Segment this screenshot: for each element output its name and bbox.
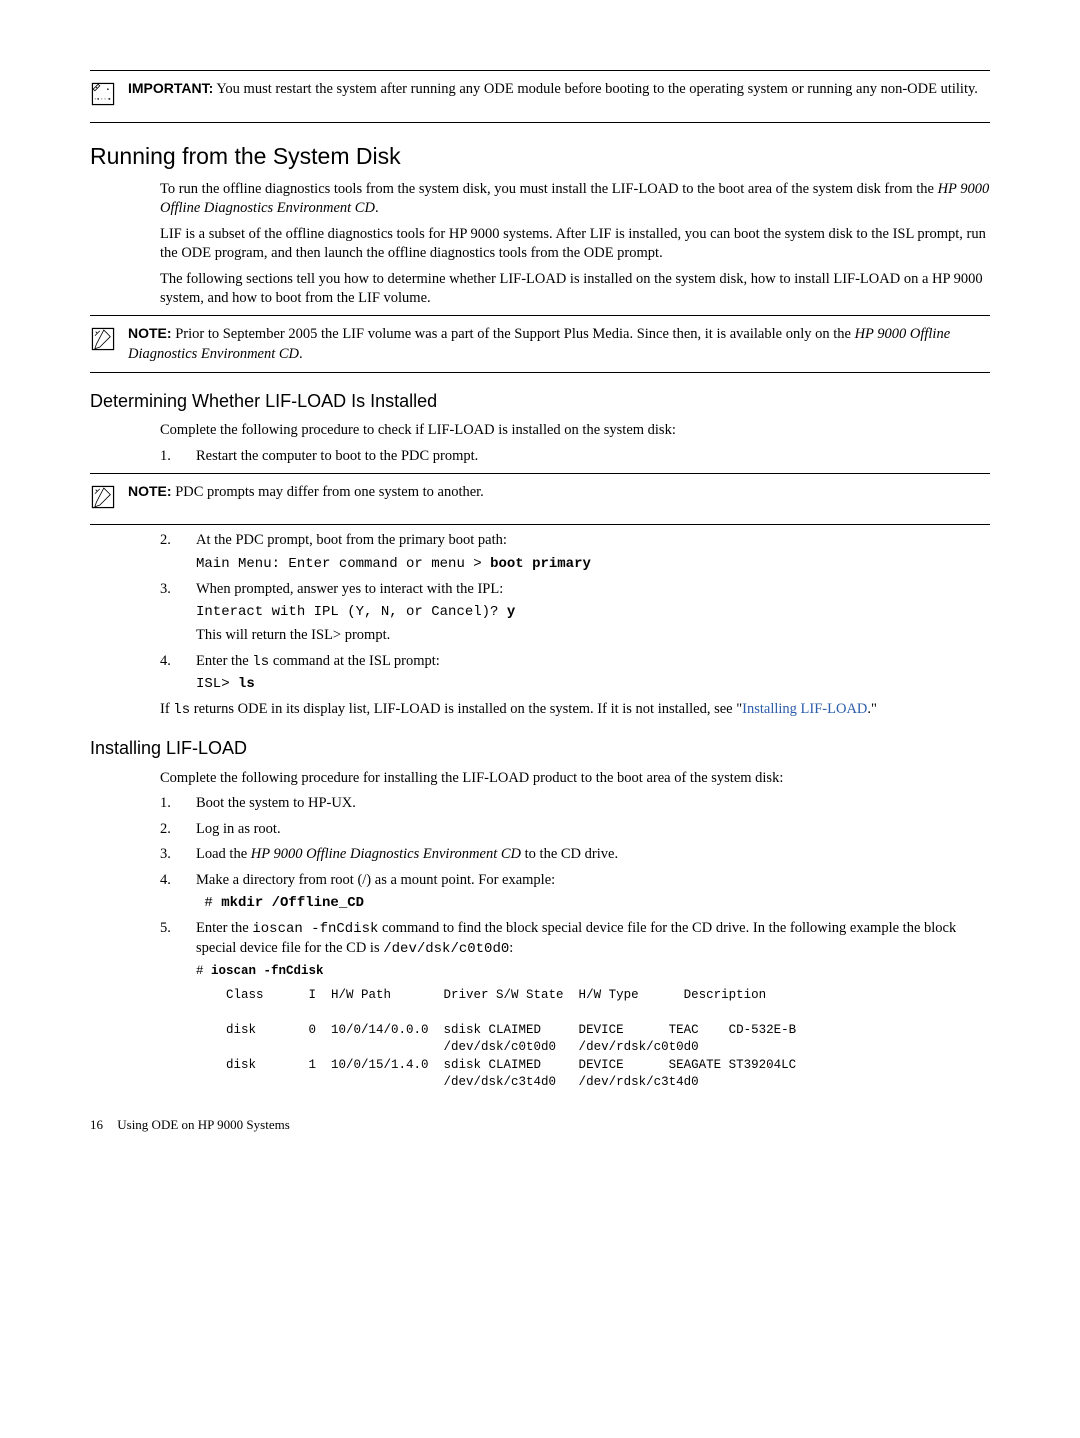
code-block: # ioscan -fnCdisk <box>196 963 990 981</box>
step-text: Enter the <box>196 920 252 936</box>
body-text: To run the offline diagnostics tools fro… <box>160 180 990 309</box>
step-text: to the CD drive. <box>521 846 618 862</box>
inline-code: ioscan -fnCdisk <box>252 921 378 937</box>
note-label: NOTE: <box>128 325 172 341</box>
paragraph-text: If <box>160 701 173 717</box>
note-icon <box>90 326 118 359</box>
code-bold: mkdir /Offline_CD <box>221 895 364 911</box>
ordered-list: Restart the computer to boot to the PDC … <box>160 447 990 467</box>
page-footer: 16 Using ODE on HP 9000 Systems <box>90 1116 990 1134</box>
important-text: You must restart the system after runnin… <box>216 81 978 97</box>
code-block: Main Menu: Enter command or menu > boot … <box>196 555 990 574</box>
terminal-output: Class I H/W Path Driver S/W State H/W Ty… <box>196 987 990 1092</box>
body-text: Complete the following procedure for ins… <box>160 769 990 1092</box>
code-bold: y <box>507 604 515 620</box>
code-text: # <box>196 964 211 978</box>
step-text: At the PDC prompt, boot from the primary… <box>196 532 507 548</box>
note-text: . <box>299 346 303 362</box>
subsection-heading-determining: Determining Whether LIF-LOAD Is Installe… <box>90 389 990 413</box>
important-label: IMPORTANT: <box>128 80 213 96</box>
divider <box>90 473 990 474</box>
body-text: Complete the following procedure to chec… <box>160 421 990 466</box>
important-icon <box>90 81 118 114</box>
list-item: Restart the computer to boot to the PDC … <box>160 447 990 467</box>
ordered-list: At the PDC prompt, boot from the primary… <box>160 531 990 694</box>
page-number: 16 <box>90 1116 114 1134</box>
step-text: : <box>509 940 513 956</box>
code-bold: ioscan -fnCdisk <box>211 964 324 978</box>
note-icon <box>90 484 118 517</box>
footer-title: Using ODE on HP 9000 Systems <box>117 1117 290 1132</box>
body-text: At the PDC prompt, boot from the primary… <box>160 531 990 720</box>
step-text: Load the <box>196 846 251 862</box>
divider <box>90 315 990 316</box>
inline-code: ls <box>173 702 190 718</box>
cross-reference-link[interactable]: Installing LIF-LOAD <box>742 701 867 717</box>
italic-text: HP 9000 Offline Diagnostics Environment … <box>251 846 521 862</box>
step-text: Log in as root. <box>196 821 281 837</box>
paragraph-text: Complete the following procedure for ins… <box>160 769 990 789</box>
code-text: Interact with IPL (Y, N, or Cancel)? <box>196 604 507 620</box>
inline-code: /dev/dsk/c0t0d0 <box>383 941 509 957</box>
step-text: command at the ISL prompt: <box>269 653 440 669</box>
divider <box>90 70 990 71</box>
divider <box>90 372 990 373</box>
divider <box>90 524 990 525</box>
paragraph-text: The following sections tell you how to d… <box>160 270 990 309</box>
list-item: Enter the ioscan -fnCdisk command to fin… <box>160 919 990 1091</box>
ordered-list: Boot the system to HP-UX. Log in as root… <box>160 794 990 1091</box>
step-text: Restart the computer to boot to the PDC … <box>196 448 478 464</box>
note-label: NOTE: <box>128 483 172 499</box>
code-text: # <box>196 895 221 911</box>
section-heading-running-from-disk: Running from the System Disk <box>90 141 990 172</box>
list-item: Load the HP 9000 Offline Diagnostics Env… <box>160 845 990 865</box>
code-block: # mkdir /Offline_CD <box>196 894 990 913</box>
list-item: When prompted, answer yes to interact wi… <box>160 580 990 646</box>
paragraph-text: ." <box>867 701 877 717</box>
code-block: ISL> ls <box>196 675 990 694</box>
subsection-heading-installing: Installing LIF-LOAD <box>90 736 990 760</box>
list-item: Boot the system to HP-UX. <box>160 794 990 814</box>
step-text: When prompted, answer yes to interact wi… <box>196 581 503 597</box>
important-block: IMPORTANT: You must restart the system a… <box>90 79 990 114</box>
list-item: At the PDC prompt, boot from the primary… <box>160 531 990 573</box>
note-block: NOTE: PDC prompts may differ from one sy… <box>90 482 990 517</box>
step-text: This will return the ISL> prompt. <box>196 626 990 646</box>
paragraph-text: Complete the following procedure to chec… <box>160 421 990 441</box>
paragraph-text: LIF is a subset of the offline diagnosti… <box>160 225 990 264</box>
list-item: Make a directory from root (/) as a moun… <box>160 871 990 913</box>
divider <box>90 122 990 123</box>
inline-code: ls <box>252 654 269 670</box>
step-text: Boot the system to HP-UX. <box>196 795 356 811</box>
code-text: ISL> <box>196 676 238 692</box>
paragraph-text: . <box>375 200 379 216</box>
note-block: NOTE: Prior to September 2005 the LIF vo… <box>90 324 990 364</box>
list-item: Log in as root. <box>160 820 990 840</box>
note-text: Prior to September 2005 the LIF volume w… <box>175 326 854 342</box>
step-text: Make a directory from root (/) as a moun… <box>196 872 555 888</box>
paragraph-text: To run the offline diagnostics tools fro… <box>160 181 938 197</box>
code-text: Main Menu: Enter command or menu > <box>196 556 490 572</box>
step-text: Enter the <box>196 653 252 669</box>
code-bold: boot primary <box>490 556 591 572</box>
note-text: PDC prompts may differ from one system t… <box>175 484 484 500</box>
paragraph-text: returns ODE in its display list, LIF-LOA… <box>190 701 742 717</box>
code-block: Interact with IPL (Y, N, or Cancel)? y <box>196 603 990 622</box>
code-bold: ls <box>238 676 255 692</box>
list-item: Enter the ls command at the ISL prompt: … <box>160 652 990 695</box>
